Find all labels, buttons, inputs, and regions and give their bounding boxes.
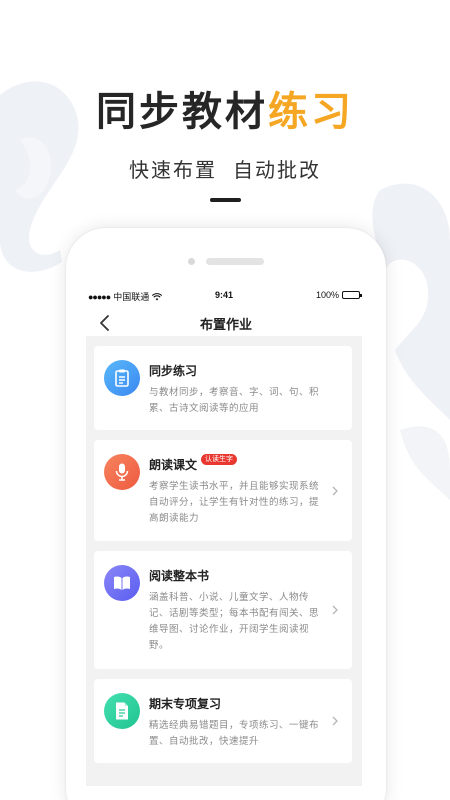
card-title: 同步练习 [149, 364, 198, 378]
chevron-right-icon [332, 605, 338, 615]
icon-circle [104, 565, 140, 601]
status-bar: ●●●●● 中国联通 9:41 100% [88, 290, 362, 304]
page-title: 布置作业 [199, 318, 252, 333]
headline-part2-highlight: 练习 [268, 89, 354, 135]
clipboard-icon [115, 369, 129, 387]
document-icon [116, 702, 128, 720]
speaker-grille [206, 258, 264, 265]
chevron-right-icon [332, 486, 338, 496]
card-description: 考察学生读书水平，并且能够实现系统自动评分，让学生有针对性的练习，提高朗读能力 [149, 481, 320, 524]
subline: 快速布置 自动批改 [0, 156, 450, 184]
battery-icon [342, 291, 362, 299]
card-read-aloud[interactable]: 朗读课文 认读生字 考察学生读书水平，并且能够实现系统自动评分，让学生有针对性的… [94, 440, 352, 541]
icon-circle [104, 360, 140, 396]
card-title: 期末专项复习 [149, 697, 222, 711]
battery-percent: 100% [315, 290, 339, 300]
subline-item1: 快速布置 [129, 158, 217, 182]
card-sync-practice[interactable]: 同步练习 与教材同步，考察音、字、词、句、积累、古诗文阅读等的应用 [94, 346, 352, 430]
card-description: 精选经典易错题目，专项练习、一键布置、自动批改，快速提升 [149, 720, 320, 747]
icon-circle [104, 693, 140, 729]
phone-mockup: ●●●●● 中国联通 9:41 100% 布置作业 同步练习 与教材同步，考察音… [66, 228, 386, 800]
card-whole-book-reading[interactable]: 阅读整本书 涵盖科普、小说、儿童文学、人物传记、话剧等类型；每本书配有闯关、思维… [94, 551, 352, 669]
icon-circle [104, 454, 140, 490]
card-description: 涵盖科普、小说、儿童文学、人物传记、话剧等类型；每本书配有闯关、思维导图、讨论作… [149, 592, 320, 651]
homework-type-list: 同步练习 与教材同步，考察音、字、词、句、积累、古诗文阅读等的应用 朗读课文 认… [86, 336, 362, 786]
card-description: 与教材同步，考察音、字、词、句、积累、古诗文阅读等的应用 [149, 387, 320, 414]
headline-underline [210, 198, 241, 202]
nav-bar: 布置作业 [66, 310, 386, 338]
card-title: 阅读整本书 [149, 569, 210, 583]
card-title: 朗读课文 [149, 458, 198, 472]
book-icon [114, 576, 130, 590]
headline: 同步教材练习 [0, 88, 450, 136]
subline-item2: 自动批改 [233, 158, 321, 182]
headline-part1: 同步教材 [96, 89, 268, 135]
chevron-right-icon [332, 716, 338, 726]
microphone-icon [115, 463, 129, 481]
camera-dot [188, 258, 195, 265]
tag-badge: 认读生字 [201, 454, 238, 465]
card-final-review[interactable]: 期末专项复习 精选经典易错题目，专项练习、一键布置、自动批改，快速提升 [94, 679, 352, 763]
